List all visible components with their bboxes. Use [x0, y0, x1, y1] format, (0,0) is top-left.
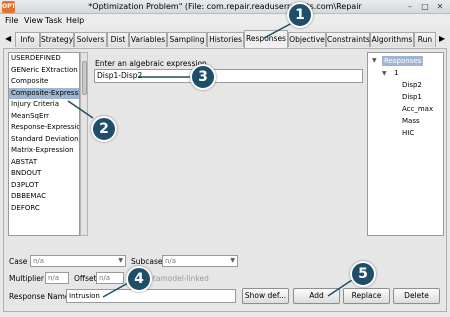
tab-sampling[interactable]: Sampling — [167, 32, 207, 47]
list-item[interactable]: Matrix-Expression — [9, 145, 79, 157]
tab-info[interactable]: Info — [15, 32, 40, 47]
tab-solvers[interactable]: Solvers — [74, 32, 107, 47]
callout-1: 1 — [287, 2, 313, 28]
replace-button[interactable]: Replace — [343, 288, 390, 304]
list-item-selected[interactable]: Composite-Expression — [9, 87, 79, 99]
tab-constraints[interactable]: Constraints — [326, 32, 370, 47]
list-item[interactable]: ABSTAT — [9, 157, 79, 169]
subcase-select[interactable]: n/a ▼ — [162, 255, 238, 267]
menu-task[interactable]: Task — [45, 16, 62, 25]
tree-item[interactable]: Disp1 — [402, 93, 422, 101]
tab-objective[interactable]: Objective — [288, 32, 326, 47]
chevron-down-icon: ▼ — [230, 257, 235, 264]
list-scrollbar[interactable] — [80, 52, 88, 236]
tree-root-responses[interactable]: Responses — [382, 56, 424, 66]
tab-scroll-right-icon[interactable]: ▶ — [439, 34, 445, 43]
responses-tree[interactable]: ▼ Responses ▼ 1 Disp2 Disp1 Acc_max Mass… — [367, 52, 444, 236]
subcase-value: n/a — [165, 257, 177, 265]
tree-group[interactable]: 1 — [394, 69, 398, 77]
list-item[interactable]: MeanSqErr — [9, 111, 79, 123]
case-label: Case — [9, 257, 28, 266]
tab-dist[interactable]: Dist — [107, 32, 129, 47]
list-item[interactable]: GENeric EXtraction — [9, 65, 79, 77]
callout-3: 3 — [190, 64, 216, 90]
tab-strategy[interactable]: Strategy — [40, 32, 74, 47]
list-item[interactable]: DEFORC — [9, 203, 79, 215]
chevron-down-icon: ▼ — [118, 257, 123, 264]
tree-item[interactable]: Mass — [402, 117, 420, 125]
minimize-icon[interactable]: – — [405, 2, 415, 12]
list-item[interactable]: D3PLOT — [9, 180, 79, 192]
collapse-icon[interactable]: ▼ — [382, 70, 387, 77]
list-item[interactable]: Composite — [9, 76, 79, 88]
menu-view[interactable]: View — [24, 16, 43, 25]
collapse-icon[interactable]: ▼ — [372, 57, 377, 64]
multiplier-label: Multiplier — [9, 274, 44, 283]
scrollbar-thumb[interactable] — [82, 61, 87, 95]
list-item[interactable]: Injury Criteria — [9, 99, 79, 111]
response-name-input[interactable]: Intrusion — [66, 289, 236, 303]
case-select[interactable]: n/a ▼ — [30, 255, 126, 267]
menu-help[interactable]: Help — [66, 16, 84, 25]
maximize-icon[interactable]: □ — [420, 2, 430, 12]
case-value: n/a — [33, 257, 45, 265]
tree-item[interactable]: HIC — [402, 129, 414, 137]
close-icon[interactable]: ✕ — [435, 2, 445, 12]
callout-4: 4 — [126, 266, 152, 292]
list-item[interactable]: Response-Expression — [9, 122, 79, 134]
list-item[interactable]: Standard Deviation — [9, 134, 79, 146]
tab-histories[interactable]: Histories — [207, 32, 244, 47]
list-item[interactable]: BNDOUT — [9, 168, 79, 180]
expression-area — [94, 85, 363, 235]
tree-item[interactable]: Disp2 — [402, 81, 422, 89]
expression-input[interactable]: Disp1-Disp2 — [94, 69, 363, 83]
list-item[interactable]: USERDEFINED — [9, 53, 79, 65]
callout-2: 2 — [91, 116, 117, 142]
multiplier-input[interactable]: n/a — [45, 272, 69, 284]
add-button[interactable]: Add — [293, 288, 340, 304]
tab-algorithms[interactable]: Algorithms — [370, 32, 414, 47]
response-type-list[interactable]: USERDEFINED GENeric EXtraction Composite… — [8, 52, 80, 236]
tab-bar: ◀ Info Strategy Solvers Dist Variables S… — [0, 30, 450, 48]
menu-file[interactable]: File — [5, 16, 18, 25]
tab-scroll-left-icon[interactable]: ◀ — [5, 34, 11, 43]
window-title: *Optimization Problem" (File: com.repair… — [88, 2, 362, 11]
subcase-label: Subcase — [131, 257, 163, 266]
callout-5: 5 — [350, 261, 376, 287]
tab-run[interactable]: Run — [414, 32, 436, 47]
show-def-button[interactable]: Show def... — [242, 288, 289, 304]
delete-button[interactable]: Delete — [393, 288, 440, 304]
menu-bar: File View Task Help — [0, 14, 450, 27]
response-name-label: Response Name — [9, 292, 70, 301]
tree-item[interactable]: Acc_max — [402, 105, 433, 113]
expression-label: Enter an algebraic expression — [95, 59, 207, 68]
offset-label: Offset — [74, 274, 97, 283]
offset-input[interactable]: n/a — [96, 272, 124, 284]
tab-responses[interactable]: Responses — [244, 30, 288, 48]
list-item[interactable]: DBBEMAC — [9, 191, 79, 203]
title-bar: OPT *Optimization Problem" (File: com.re… — [0, 0, 450, 14]
tab-variables[interactable]: Variables — [129, 32, 167, 47]
